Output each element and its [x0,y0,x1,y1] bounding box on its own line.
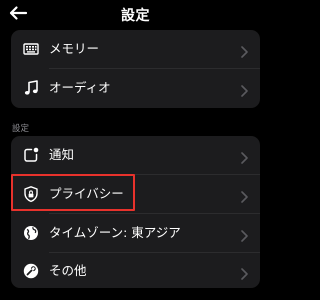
chevron-right-icon [241,227,248,242]
settings-item-audio[interactable]: オーディオ [11,69,260,107]
section-label: 設定 [12,124,30,134]
chevron-right-icon [241,43,248,58]
settings-item-label: その他 [49,263,87,278]
globe-icon [22,224,40,242]
header: 設定 [0,0,271,28]
settings-item-other[interactable]: その他 [11,252,260,288]
chevron-right-icon [241,149,248,164]
notification-icon [22,146,40,164]
settings-item-privacy[interactable]: プライバシー [11,175,260,213]
settings-item-timezone[interactable]: タイムゾーン: 東アジア [11,214,260,252]
settings-group: 通知 プライバシー タイムゾーン: 東アジア その他 [11,136,260,288]
settings-item-label: オーディオ [49,80,111,95]
keyboard-icon [22,40,40,58]
settings-item-memory[interactable]: メモリー [11,30,260,68]
settings-item-label: メモリー [49,41,100,56]
chevron-right-icon [241,188,248,203]
settings-item-label: タイムゾーン: 東アジア [49,225,181,240]
wrench-icon [22,262,40,280]
music-note-icon [22,79,40,97]
page-title: 設定 [121,8,150,24]
settings-item-label: 通知 [49,147,75,162]
top-settings-group: メモリー オーディオ [11,30,260,108]
chevron-right-icon [241,265,248,280]
chevron-right-icon [241,82,248,97]
lock-shield-icon [22,185,40,203]
settings-item-label: プライバシー [49,186,124,201]
settings-item-notifications[interactable]: 通知 [11,136,260,174]
